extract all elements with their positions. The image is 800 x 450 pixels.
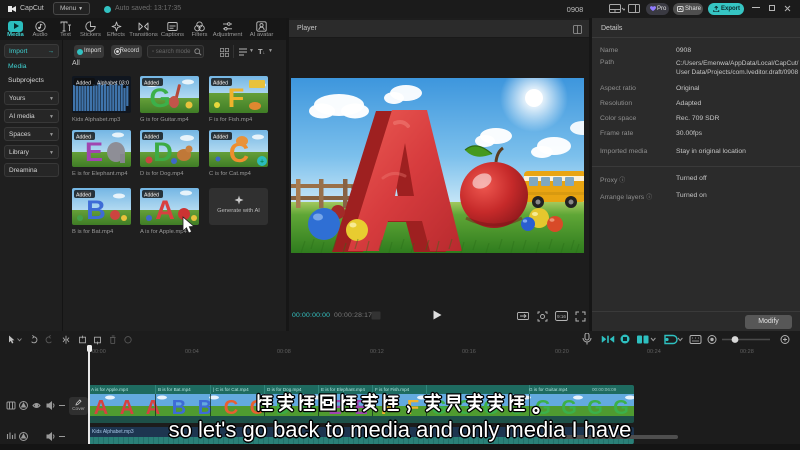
- svg-text:Added: Added: [213, 80, 228, 86]
- svg-text:Added: Added: [144, 192, 159, 198]
- svg-text:A: A: [146, 397, 160, 416]
- svg-text:G: G: [587, 397, 603, 416]
- svg-text:Added: Added: [213, 134, 228, 140]
- svg-text:G: G: [561, 397, 577, 416]
- svg-text:C: C: [224, 397, 238, 416]
- svg-text:Alphabet 03:0: Alphabet 03:0: [97, 80, 129, 86]
- svg-text:+: +: [260, 159, 264, 166]
- svg-text:G: G: [149, 83, 170, 113]
- svg-text:B: B: [172, 397, 186, 416]
- svg-text:Added: Added: [76, 134, 91, 140]
- svg-text:D: D: [153, 137, 173, 167]
- svg-text:A: A: [155, 195, 175, 225]
- svg-text:A: A: [120, 397, 134, 416]
- svg-text:Added: Added: [144, 134, 159, 140]
- svg-text:B: B: [86, 195, 106, 225]
- svg-text:9:16: 9:16: [557, 314, 566, 319]
- svg-text:F: F: [228, 83, 245, 113]
- svg-text:G: G: [613, 397, 629, 416]
- svg-text:E: E: [85, 137, 103, 167]
- svg-text:Added: Added: [144, 80, 159, 86]
- svg-text:A: A: [94, 397, 108, 416]
- svg-text:Added: Added: [76, 192, 91, 198]
- svg-text:Added: Added: [76, 80, 91, 86]
